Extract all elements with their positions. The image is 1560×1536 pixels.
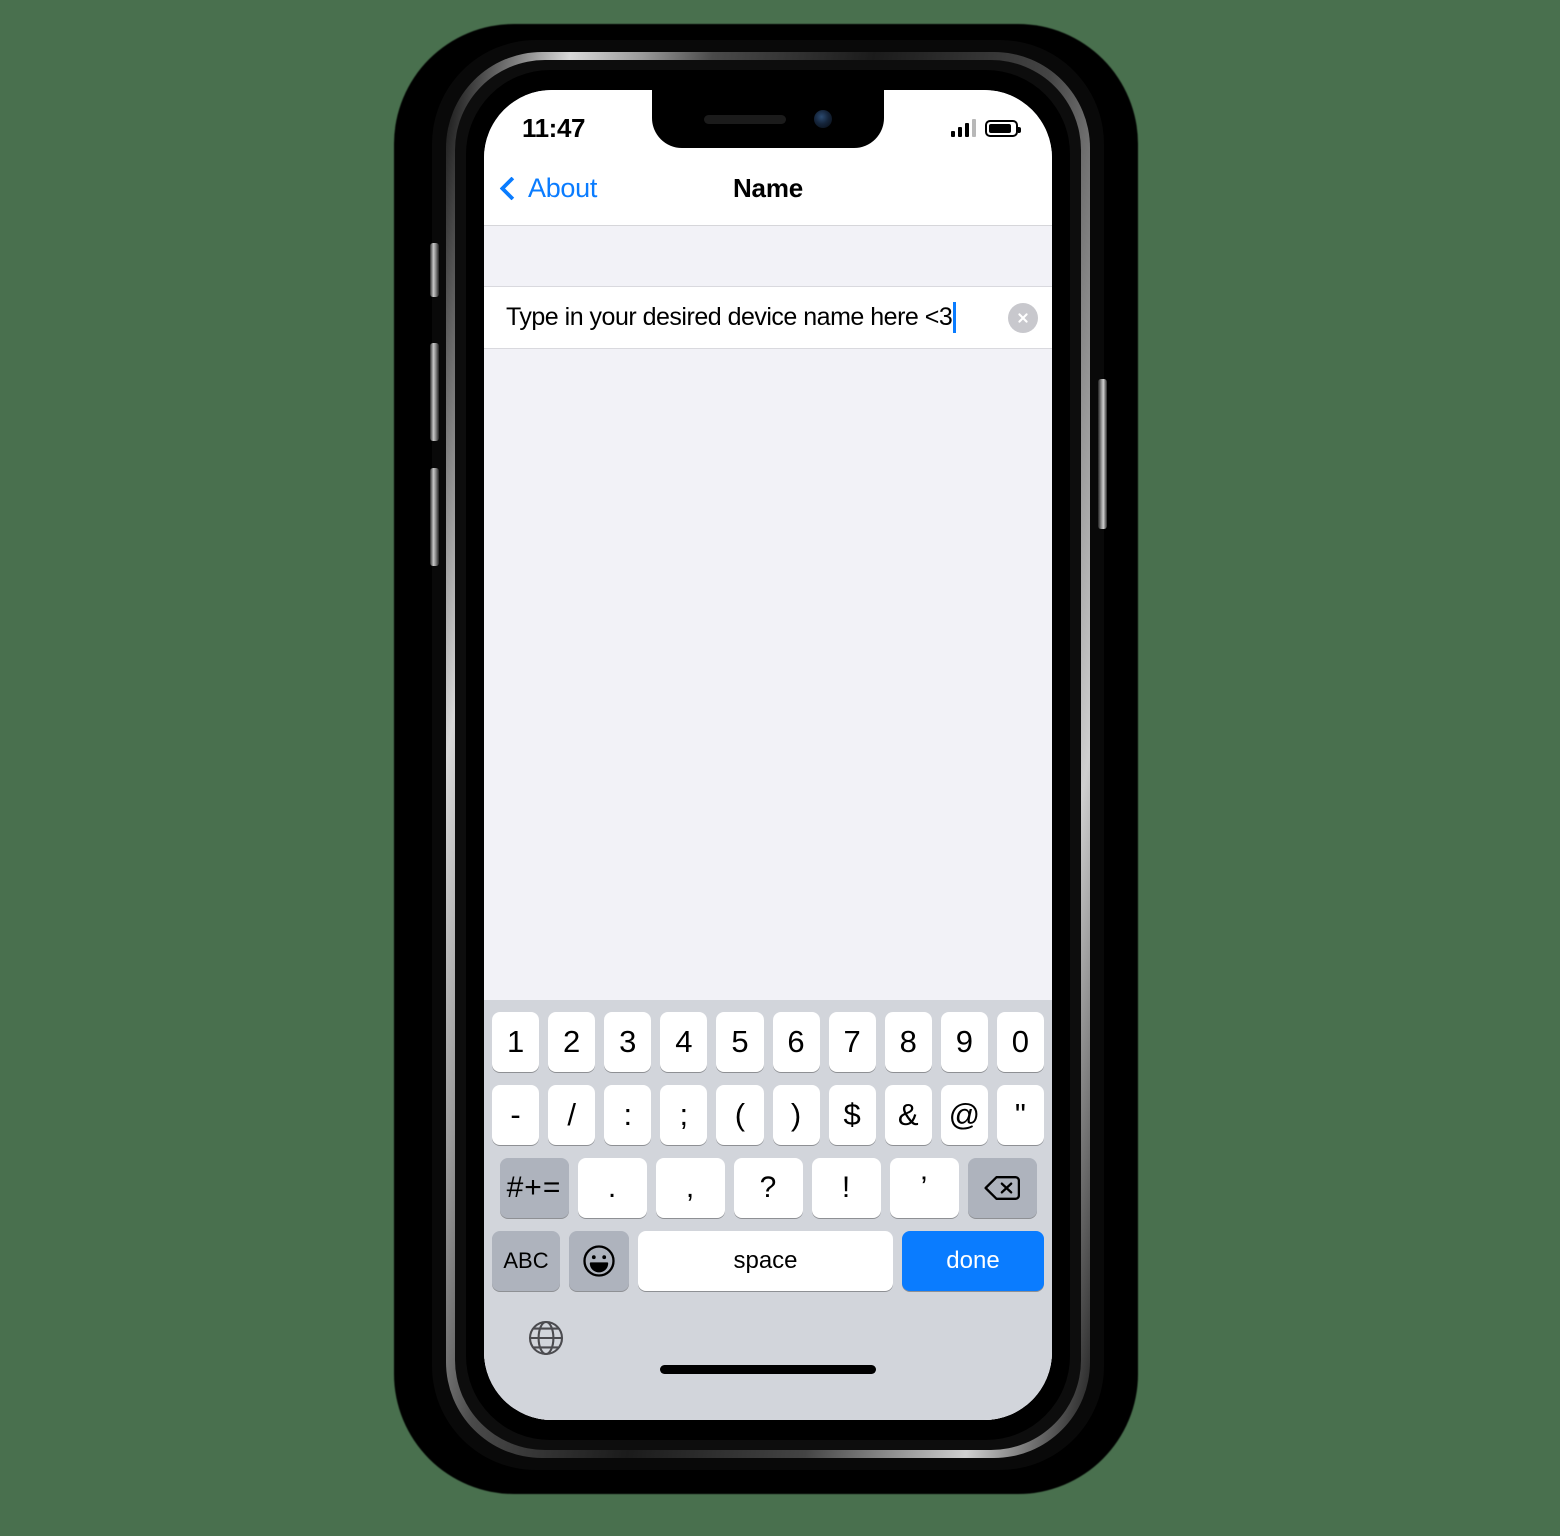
key-dollar[interactable]: $ [828, 1085, 876, 1145]
device-name-value: Type in your desired device name here <3 [506, 303, 953, 331]
keyboard-bottom-bar [488, 1304, 1048, 1392]
key-slash[interactable]: / [548, 1085, 596, 1145]
key-period[interactable]: . [577, 1158, 647, 1218]
device-name-input[interactable]: Type in your desired device name here <3 [506, 302, 996, 333]
key-question[interactable]: ? [733, 1158, 803, 1218]
key-quote-double[interactable]: " [996, 1085, 1044, 1145]
home-indicator[interactable] [660, 1365, 876, 1374]
volume-down-button[interactable] [430, 468, 439, 566]
key-ampersand[interactable]: & [884, 1085, 932, 1145]
page-title: Name [732, 173, 803, 203]
signal-bars-icon [950, 119, 976, 137]
status-bar-time: 11:47 [522, 112, 586, 143]
emoji-smiley-icon [583, 1245, 615, 1277]
key-6[interactable]: 6 [772, 1012, 820, 1072]
key-9[interactable]: 9 [940, 1012, 988, 1072]
key-semicolon[interactable]: ; [660, 1085, 708, 1145]
key-2[interactable]: 2 [548, 1012, 596, 1072]
screenshot-stage: 11:47 About Name Type in your desired de… [0, 0, 1560, 1536]
key-0[interactable]: 0 [996, 1012, 1044, 1072]
close-icon [1018, 312, 1028, 323]
key-apostrophe[interactable]: ’ [889, 1158, 959, 1218]
device-name-field-row[interactable]: Type in your desired device name here <3 [484, 286, 1052, 349]
emoji-key[interactable] [569, 1231, 629, 1291]
key-4[interactable]: 4 [660, 1012, 708, 1072]
space-key[interactable]: space [638, 1231, 893, 1291]
text-caret [953, 302, 957, 333]
on-screen-keyboard: 1 2 3 4 5 6 7 8 9 0 - / : ; ( ) $ & @ " … [484, 1000, 1052, 1420]
keyboard-row-bottom: ABC space done [488, 1231, 1048, 1291]
key-3[interactable]: 3 [604, 1012, 652, 1072]
key-colon[interactable]: : [604, 1085, 652, 1145]
key-1[interactable]: 1 [492, 1012, 540, 1072]
keyboard-row-punctuation: #+= . , ? ! ’ [488, 1158, 1048, 1218]
keyboard-row-numbers: 1 2 3 4 5 6 7 8 9 0 [488, 1012, 1048, 1072]
globe-icon [528, 1320, 564, 1356]
battery-icon [985, 119, 1021, 137]
globe-key[interactable] [524, 1316, 568, 1360]
keyboard-row-symbols: - / : ; ( ) $ & @ " [488, 1085, 1048, 1145]
key-hyphen[interactable]: - [492, 1085, 540, 1145]
front-camera-icon [814, 110, 832, 128]
key-5[interactable]: 5 [716, 1012, 764, 1072]
backspace-icon [984, 1176, 1020, 1200]
done-key[interactable]: done [902, 1231, 1044, 1291]
navigation-bar: About Name [484, 152, 1052, 226]
key-paren-open[interactable]: ( [716, 1085, 764, 1145]
key-comma[interactable]: , [655, 1158, 725, 1218]
mute-switch-button[interactable] [430, 243, 439, 297]
clear-text-icon[interactable] [1008, 302, 1038, 333]
key-exclamation[interactable]: ! [811, 1158, 881, 1218]
display-notch [652, 90, 884, 148]
key-8[interactable]: 8 [884, 1012, 932, 1072]
status-bar-indicators [950, 119, 1021, 137]
backspace-key[interactable] [967, 1158, 1037, 1218]
key-symbols-toggle[interactable]: #+= [499, 1158, 569, 1218]
abc-key[interactable]: ABC [492, 1231, 560, 1291]
key-7[interactable]: 7 [828, 1012, 876, 1072]
power-button[interactable] [1098, 379, 1107, 529]
earpiece-speaker-icon [704, 114, 786, 124]
volume-up-button[interactable] [430, 343, 439, 441]
key-at[interactable]: @ [940, 1085, 988, 1145]
key-paren-close[interactable]: ) [772, 1085, 820, 1145]
phone-screen: 11:47 About Name Type in your desired de… [484, 90, 1052, 1420]
